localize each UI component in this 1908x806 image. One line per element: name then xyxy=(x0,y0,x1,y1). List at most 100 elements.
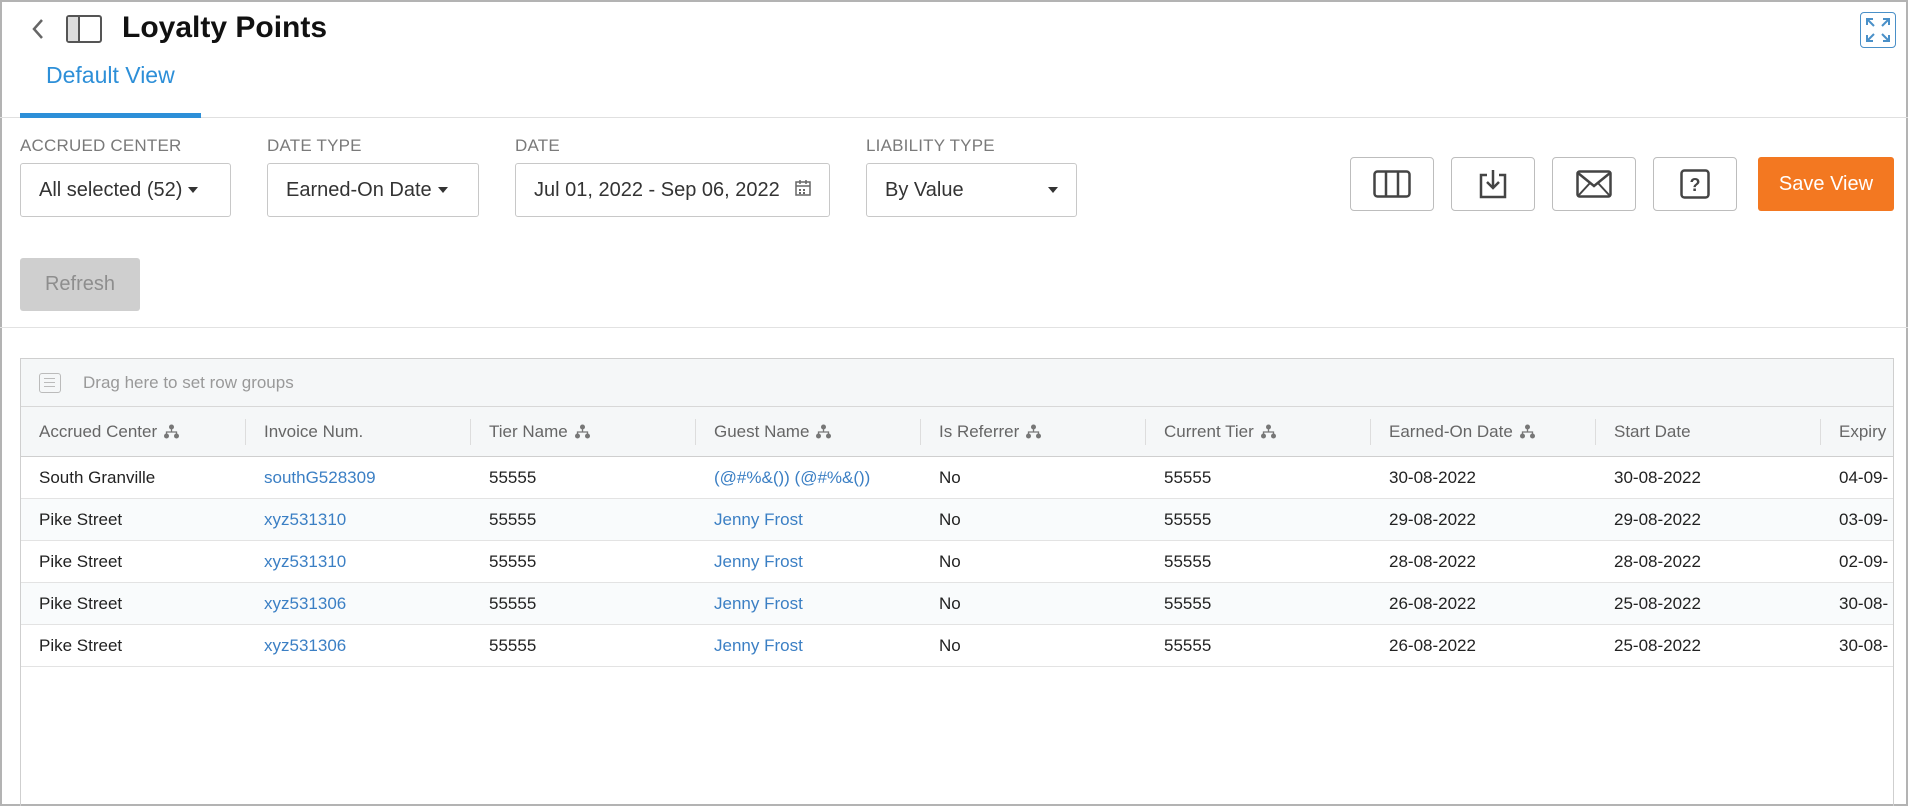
date-type-value: Earned-On Date xyxy=(286,178,432,201)
earned-on-date-cell: 29-08-2022 xyxy=(1389,509,1476,529)
grid-body: South Granville southG528309 55555 (@#%&… xyxy=(21,457,1893,667)
column-header-tier-name[interactable]: Tier Name xyxy=(471,407,696,456)
column-header-invoice-num[interactable]: Invoice Num. xyxy=(246,407,471,456)
accrued-center-label: ACCRUED CENTER xyxy=(20,136,182,155)
earned-on-date-cell: 30-08-2022 xyxy=(1389,467,1476,487)
column-header-label: Expiry xyxy=(1839,421,1887,441)
invoice-link[interactable]: xyz531306 xyxy=(246,625,471,666)
column-header-earned-on-date[interactable]: Earned-On Date xyxy=(1371,407,1596,456)
expiry-cell: 30-08- xyxy=(1839,593,1889,613)
caret-down-icon xyxy=(188,187,199,193)
columns-button[interactable] xyxy=(1350,157,1434,211)
current-tier-cell: 55555 xyxy=(1164,593,1212,613)
download-icon xyxy=(1479,170,1507,199)
column-header-expiry[interactable]: Expiry xyxy=(1821,407,1893,456)
refresh-button[interactable]: Refresh xyxy=(20,258,140,311)
help-icon: ? xyxy=(1680,169,1710,199)
column-header-label: Guest Name xyxy=(714,421,810,441)
tier-name-cell: 55555 xyxy=(489,593,537,613)
accrued-center-select[interactable]: All selected (52) xyxy=(20,163,231,217)
section-divider xyxy=(0,327,1908,328)
column-header-label: Current Tier xyxy=(1164,421,1254,441)
tier-name-cell: 55555 xyxy=(489,467,537,487)
page-title: Loyalty Points xyxy=(122,11,328,44)
current-tier-cell: 55555 xyxy=(1164,551,1212,571)
date-type-select[interactable]: Earned-On Date xyxy=(267,163,479,217)
column-header-label: Accrued Center xyxy=(39,421,158,441)
envelope-icon xyxy=(1576,170,1612,198)
current-tier-cell: 55555 xyxy=(1164,509,1212,529)
earned-on-date-cell: 26-08-2022 xyxy=(1389,635,1476,655)
liability-type-value: By Value xyxy=(885,178,964,201)
date-type-label: DATE TYPE xyxy=(267,136,362,155)
accrued-center-cell: Pike Street xyxy=(39,635,123,655)
guest-name-link[interactable]: Jenny Frost xyxy=(696,499,921,540)
sidebar-toggle-icon[interactable] xyxy=(66,15,102,43)
guest-name-link[interactable]: Jenny Frost xyxy=(696,583,921,624)
column-header-label: Is Referrer xyxy=(939,421,1020,441)
row-group-placeholder: Drag here to set row groups xyxy=(83,372,294,392)
chevron-left-icon[interactable] xyxy=(26,14,50,44)
is-referrer-cell: No xyxy=(939,467,961,487)
save-view-button[interactable]: Save View xyxy=(1758,157,1894,211)
is-referrer-cell: No xyxy=(939,635,961,655)
table-row[interactable]: Pike Street xyz531310 55555 Jenny Frost … xyxy=(21,499,1893,541)
column-header-start-date[interactable]: Start Date xyxy=(1596,407,1821,456)
columns-icon xyxy=(1373,170,1411,198)
date-range-value: Jul 01, 2022 - Sep 06, 2022 xyxy=(534,178,780,201)
hierarchy-icon xyxy=(1519,424,1535,439)
page-header: Loyalty Points Default View xyxy=(0,0,1908,118)
email-button[interactable] xyxy=(1552,157,1636,211)
help-button[interactable]: ? xyxy=(1653,157,1737,211)
tab-default-view[interactable]: Default View xyxy=(20,62,201,118)
current-tier-cell: 55555 xyxy=(1164,635,1212,655)
accrued-center-cell: Pike Street xyxy=(39,509,123,529)
guest-name-link[interactable]: Jenny Frost xyxy=(696,625,921,666)
earned-on-date-cell: 28-08-2022 xyxy=(1389,551,1476,571)
column-header-accrued-center[interactable]: Accrued Center xyxy=(21,407,246,456)
fullscreen-icon[interactable] xyxy=(1860,12,1896,48)
hierarchy-icon xyxy=(1260,424,1276,439)
start-date-cell: 25-08-2022 xyxy=(1614,635,1701,655)
date-label: DATE xyxy=(515,136,560,155)
export-button[interactable] xyxy=(1451,157,1535,211)
column-header-is-referrer[interactable]: Is Referrer xyxy=(921,407,1146,456)
hierarchy-icon xyxy=(1026,424,1042,439)
table-row[interactable]: Pike Street xyz531306 55555 Jenny Frost … xyxy=(21,625,1893,667)
calendar-icon xyxy=(795,179,811,202)
table-row[interactable]: Pike Street xyz531310 55555 Jenny Frost … xyxy=(21,541,1893,583)
tier-name-cell: 55555 xyxy=(489,551,537,571)
accrued-center-cell: Pike Street xyxy=(39,551,123,571)
liability-type-select[interactable]: By Value xyxy=(866,163,1077,217)
caret-down-icon xyxy=(437,187,448,193)
is-referrer-cell: No xyxy=(939,509,961,529)
column-header-guest-name[interactable]: Guest Name xyxy=(696,407,921,456)
start-date-cell: 30-08-2022 xyxy=(1614,467,1701,487)
expiry-cell: 04-09- xyxy=(1839,467,1889,487)
is-referrer-cell: No xyxy=(939,551,961,571)
expiry-cell: 02-09- xyxy=(1839,551,1889,571)
tier-name-cell: 55555 xyxy=(489,635,537,655)
tier-name-cell: 55555 xyxy=(489,509,537,529)
invoice-link[interactable]: xyz531310 xyxy=(246,541,471,582)
guest-name-link[interactable]: Jenny Frost xyxy=(696,541,921,582)
table-row[interactable]: Pike Street xyz531306 55555 Jenny Frost … xyxy=(21,583,1893,625)
invoice-link[interactable]: xyz531310 xyxy=(246,499,471,540)
row-group-drop-zone[interactable]: Drag here to set row groups xyxy=(21,359,1893,407)
column-header-label: Invoice Num. xyxy=(264,421,364,441)
accrued-center-cell: South Granville xyxy=(39,467,156,487)
hierarchy-icon xyxy=(574,424,590,439)
invoice-link[interactable]: xyz531306 xyxy=(246,583,471,624)
invoice-link[interactable]: southG528309 xyxy=(246,457,471,498)
table-row[interactable]: South Granville southG528309 55555 (@#%&… xyxy=(21,457,1893,499)
earned-on-date-cell: 26-08-2022 xyxy=(1389,593,1476,613)
start-date-cell: 29-08-2022 xyxy=(1614,509,1701,529)
start-date-cell: 28-08-2022 xyxy=(1614,551,1701,571)
date-range-input[interactable]: Jul 01, 2022 - Sep 06, 2022 xyxy=(515,163,830,217)
column-header-current-tier[interactable]: Current Tier xyxy=(1146,407,1371,456)
column-header-label: Tier Name xyxy=(489,421,568,441)
row-group-icon xyxy=(39,372,61,393)
guest-name-link[interactable]: (@#%&()) (@#%&()) xyxy=(696,457,921,498)
data-grid: Drag here to set row groups Accrued Cent… xyxy=(20,358,1894,806)
current-tier-cell: 55555 xyxy=(1164,467,1212,487)
